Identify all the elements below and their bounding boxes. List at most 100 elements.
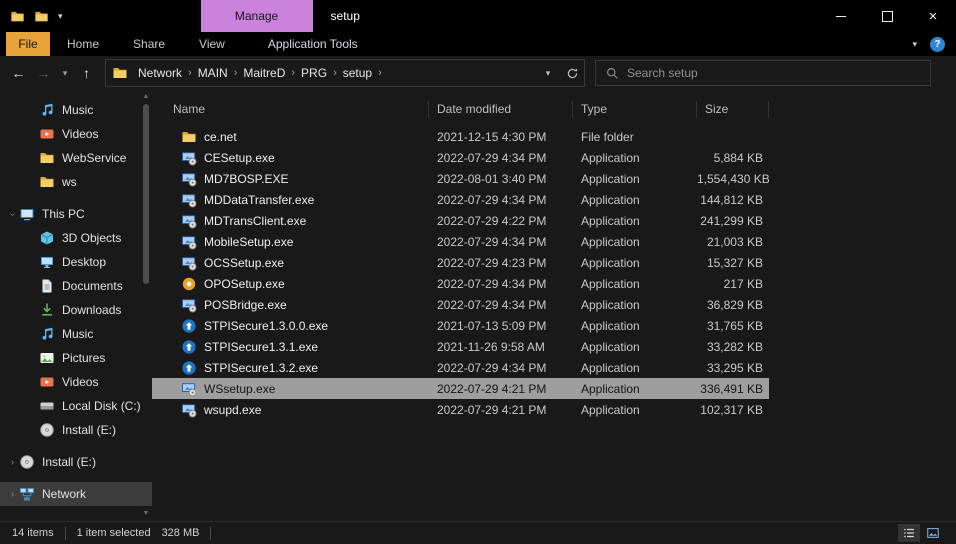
sidebar-item-downloads[interactable]: Downloads [0, 298, 152, 322]
file-row-oposetup-exe[interactable]: OPOSetup.exe2022-07-29 4:34 PMApplicatio… [152, 273, 769, 294]
file-row-stpisecure1-3-1-exe[interactable]: STPISecure1.3.1.exe2021-11-26 9:58 AMApp… [152, 336, 769, 357]
breadcrumb-chevron-icon[interactable]: › [376, 67, 384, 79]
forward-button[interactable]: → [31, 65, 56, 81]
file-size-cell: 1,554,430 KB [697, 172, 769, 186]
breadcrumb-segment-maitred[interactable]: MaitreD [239, 66, 289, 80]
refresh-icon[interactable] [560, 67, 584, 80]
file-row-stpisecure1-3-0-0-exe[interactable]: STPISecure1.3.0.0.exe2021-07-13 5:09 PMA… [152, 315, 769, 336]
file-name: OPOSetup.exe [204, 277, 285, 291]
scrollbar-track[interactable] [142, 102, 150, 509]
quick-access-folder-icon[interactable] [34, 9, 49, 24]
file-row-mdtransclient-exe[interactable]: MDTransClient.exe2022-07-29 4:22 PMAppli… [152, 210, 769, 231]
title-bar: ▾ Manage setup × [0, 0, 956, 32]
breadcrumb-chevron-icon[interactable]: › [289, 67, 297, 79]
scrollbar-thumb[interactable] [143, 104, 149, 284]
breadcrumb-segment-network[interactable]: Network [134, 66, 186, 80]
search-box[interactable] [595, 60, 931, 86]
column-header-name[interactable]: Name [152, 101, 429, 118]
secure-icon [181, 339, 197, 355]
file-row-posbridge-exe[interactable]: POSBridge.exe2022-07-29 4:34 PMApplicati… [152, 294, 769, 315]
file-date-modified-cell: 2021-07-13 5:09 PM [429, 319, 573, 333]
column-header-date-modified[interactable]: Date modified [429, 101, 573, 118]
ribbon-right-controls: ▾ ? [912, 32, 956, 56]
3d-objects-icon [39, 230, 55, 246]
tab-share[interactable]: Share [116, 32, 182, 56]
documents-icon [39, 278, 55, 294]
manage-tab[interactable]: Manage [201, 0, 313, 32]
file-name: OCSSetup.exe [204, 256, 284, 270]
breadcrumb-chevron-icon[interactable]: › [232, 67, 240, 79]
sidebar-item-install-e[interactable]: Install (E:) [0, 418, 152, 442]
column-header-type[interactable]: Type [573, 101, 697, 118]
sidebar-item-network[interactable]: ›Network [0, 482, 152, 506]
back-button[interactable]: ← [6, 65, 31, 81]
videos-icon [39, 374, 55, 390]
expand-chevron-icon[interactable]: › [6, 489, 19, 500]
tab-view[interactable]: View [182, 32, 242, 56]
file-tab[interactable]: File [6, 32, 50, 56]
sidebar-item-music[interactable]: Music [0, 98, 152, 122]
scroll-up-arrow-icon[interactable]: ▲ [143, 92, 150, 102]
file-name: ce.net [204, 130, 237, 144]
file-size-cell: 5,884 KB [697, 151, 769, 165]
expand-chevron-icon[interactable]: › [7, 208, 18, 221]
breadcrumb-segment-setup[interactable]: setup [339, 66, 376, 80]
pictures-icon [39, 350, 55, 366]
file-row-wssetup-exe[interactable]: WSsetup.exe2022-07-29 4:21 PMApplication… [152, 378, 769, 399]
breadcrumb-segment-prg[interactable]: PRG [297, 66, 331, 80]
selection-count: 1 item selected [77, 527, 151, 539]
recent-locations-chevron-icon[interactable]: ▾ [56, 68, 74, 79]
sidebar-item-videos[interactable]: Videos [0, 370, 152, 394]
sidebar-item-videos[interactable]: Videos [0, 122, 152, 146]
file-row-wsupd-exe[interactable]: wsupd.exe2022-07-29 4:21 PMApplication10… [152, 399, 769, 420]
address-bar[interactable]: Network›MAIN›MaitreD›PRG›setup› ▾ [105, 59, 585, 87]
breadcrumb-chevron-icon[interactable]: › [186, 67, 194, 79]
file-row-stpisecure1-3-2-exe[interactable]: STPISecure1.3.2.exe2022-07-29 4:34 PMApp… [152, 357, 769, 378]
breadcrumb-chevron-icon[interactable]: › [331, 67, 339, 79]
tab-application-tools[interactable]: Application Tools [254, 32, 372, 56]
sidebar-item-documents[interactable]: Documents [0, 274, 152, 298]
file-row-ce-net[interactable]: ce.net2021-12-15 4:30 PMFile folder [152, 126, 769, 147]
scroll-down-arrow-icon[interactable]: ▼ [143, 509, 150, 519]
details-view-button[interactable] [898, 524, 920, 542]
sidebar-item-pictures[interactable]: Pictures [0, 346, 152, 370]
sidebar-item-webservice[interactable]: WebService [0, 146, 152, 170]
sidebar-item-ws[interactable]: ws [0, 170, 152, 194]
file-name-cell: STPISecure1.3.1.exe [152, 339, 429, 355]
expand-ribbon-chevron-icon[interactable]: ▾ [912, 39, 917, 50]
file-date-modified-cell: 2022-07-29 4:34 PM [429, 235, 573, 249]
sidebar-item-label: Desktop [62, 255, 106, 269]
tab-home[interactable]: Home [50, 32, 116, 56]
breadcrumb-segment-main[interactable]: MAIN [194, 66, 232, 80]
up-button[interactable]: ↑ [74, 65, 99, 81]
search-input[interactable] [627, 66, 920, 80]
sidebar-item-3d-objects[interactable]: 3D Objects [0, 226, 152, 250]
sidebar-item-music[interactable]: Music [0, 322, 152, 346]
file-row-mobilesetup-exe[interactable]: MobileSetup.exe2022-07-29 4:34 PMApplica… [152, 231, 769, 252]
file-date-modified-cell: 2022-07-29 4:34 PM [429, 277, 573, 291]
help-icon[interactable]: ? [930, 37, 945, 52]
expand-chevron-icon[interactable]: › [6, 457, 19, 468]
file-row-mddatatransfer-exe[interactable]: MDDataTransfer.exe2022-07-29 4:34 PMAppl… [152, 189, 769, 210]
file-name: wsupd.exe [204, 403, 261, 417]
column-header-size[interactable]: Size [697, 101, 769, 118]
address-dropdown-chevron-icon[interactable]: ▾ [536, 68, 560, 79]
close-icon: × [929, 8, 938, 25]
file-date-modified-cell: 2022-07-29 4:34 PM [429, 193, 573, 207]
sidebar-item-desktop[interactable]: Desktop [0, 250, 152, 274]
quick-access-toolbar-chevron-icon[interactable]: ▾ [58, 11, 63, 22]
file-row-md7bosp-exe[interactable]: MD7BOSP.EXE2022-08-01 3:40 PMApplication… [152, 168, 769, 189]
minimize-button[interactable] [818, 0, 864, 32]
file-row-cesetup-exe[interactable]: CESetup.exe2022-07-29 4:34 PMApplication… [152, 147, 769, 168]
sidebar-scrollbar[interactable]: ▲ ▼ [142, 92, 150, 519]
close-button[interactable]: × [910, 0, 956, 32]
file-type-cell: Application [573, 319, 697, 333]
sidebar-item-install-e[interactable]: ›Install (E:) [0, 450, 152, 474]
sidebar-item-this-pc[interactable]: ›This PC [0, 202, 152, 226]
maximize-button[interactable] [864, 0, 910, 32]
large-icons-view-button[interactable] [922, 524, 944, 542]
desktop-icon [39, 254, 55, 270]
file-name-cell: CESetup.exe [152, 150, 429, 166]
sidebar-item-local-disk-c[interactable]: Local Disk (C:) [0, 394, 152, 418]
file-row-ocssetup-exe[interactable]: OCSSetup.exe2022-07-29 4:23 PMApplicatio… [152, 252, 769, 273]
